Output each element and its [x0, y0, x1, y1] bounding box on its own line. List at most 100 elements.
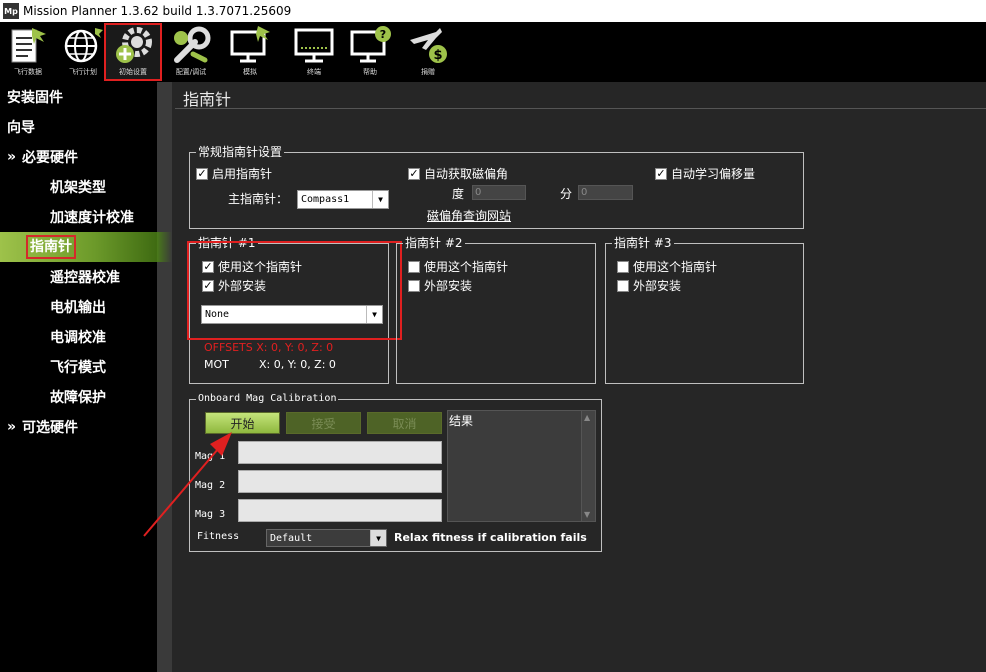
sidebar-item-label: 向导 [7, 120, 35, 136]
declination-minutes-label: 分 [560, 187, 573, 201]
sidebar-item-label: 电机输出 [50, 300, 106, 316]
compass2-use-checkbox[interactable]: 使用这个指南针 [408, 258, 508, 275]
checkbox-checked-icon: ✓ [655, 167, 667, 180]
declination-degrees-label: 度 [452, 187, 465, 201]
highlight-annotation-box [187, 241, 402, 340]
calibration-accept-button[interactable]: 接受 [286, 412, 361, 434]
sidebar-item-label: 遥控器校准 [50, 270, 120, 286]
sidebar-item-failsafe[interactable]: 故障保护 [0, 382, 157, 412]
checkbox-label: 使用这个指南针 [424, 260, 509, 274]
select-value: Compass1 [301, 194, 350, 205]
sidebar-item-install-firmware[interactable]: 安装固件 [0, 82, 157, 112]
enable-compass-checkbox[interactable]: ✓ 启用指南针 [196, 165, 272, 182]
compass1-offsets: OFFSETS X: 0, Y: 0, Z: 0 [204, 341, 334, 354]
toolbar-label: 帮助 [363, 68, 377, 76]
group-title: Onboard Mag Calibration [196, 391, 339, 407]
dropdown-arrow-icon: ▼ [370, 530, 386, 546]
app-icon: Mp [3, 3, 19, 19]
expand-chevron-icon: » [7, 149, 17, 165]
select-value: Default [270, 532, 313, 544]
toolbar-simulation-button[interactable]: 模拟 [222, 24, 278, 80]
sidebar-item-label: 加速度计校准 [50, 210, 134, 226]
group-title: 常规指南针设置 [196, 144, 285, 160]
toolbar-donate-button[interactable]: $ 捐赠 [400, 24, 456, 80]
toolbar-config-tuning-button[interactable]: 配置/调试 [163, 24, 219, 80]
checkbox-label: 外部安装 [633, 279, 682, 293]
sidebar-item-flight-modes[interactable]: 飞行模式 [0, 352, 157, 382]
checkbox-label: 自动获取磁偏角 [424, 167, 509, 181]
declination-degrees-input[interactable]: 0 [472, 185, 526, 200]
sidebar-item-label: 电调校准 [50, 330, 106, 346]
sidebar-item-accel-calibration[interactable]: 加速度计校准 [0, 202, 157, 232]
fitness-select[interactable]: Default ▼ [266, 529, 387, 547]
sidebar-item-optional-hardware[interactable]: » 可选硬件 [0, 412, 157, 442]
page-title: 指南针 [183, 90, 232, 109]
calibration-result-textarea[interactable]: 结果 ▲ ▼ [447, 410, 596, 522]
toolbar-label: 初始设置 [119, 68, 147, 76]
declination-minutes-input[interactable]: 0 [578, 185, 633, 200]
checkbox-label: 自动学习偏移量 [671, 167, 756, 181]
main-toolbar: 飞行数据 飞行计划 初始设置 配置/调试 模拟 终端 ? 帮助 $ 捐赠 [0, 22, 986, 82]
sidebar-item-label: 机架类型 [50, 180, 106, 196]
sidebar-item-label: 故障保护 [50, 390, 106, 406]
group-title: 指南针 #3 [612, 235, 674, 251]
toolbar-terminal-button[interactable]: 终端 [286, 24, 342, 80]
sidebar-item-compass[interactable]: 指南针 [0, 232, 157, 262]
sidebar-item-label: 可选硬件 [22, 420, 79, 436]
sidebar-item-radio-calibration[interactable]: 遥控器校准 [0, 262, 157, 292]
donate-icon: $ [410, 28, 447, 63]
svg-text:$: $ [433, 48, 442, 63]
toolbar-initial-setup-button[interactable]: 初始设置 [104, 23, 162, 81]
checkbox-unchecked-icon [617, 260, 629, 273]
auto-declination-checkbox[interactable]: ✓ 自动获取磁偏角 [408, 165, 508, 182]
window-title: Mission Planner 1.3.62 build 1.3.7071.25… [23, 4, 292, 18]
result-label: 结果 [449, 414, 474, 428]
title-divider [175, 108, 986, 109]
sidebar-item-mandatory-hardware[interactable]: » 必要硬件 [0, 142, 157, 172]
title-bar: Mp Mission Planner 1.3.62 build 1.3.7071… [0, 0, 986, 22]
sidebar-selection-tail [157, 232, 172, 262]
sidebar-item-wizard[interactable]: 向导 [0, 112, 157, 142]
toolbar-help-button[interactable]: ? 帮助 [342, 24, 398, 80]
sidebar-item-esc-calibration[interactable]: 电调校准 [0, 322, 157, 352]
checkbox-checked-icon: ✓ [196, 167, 208, 180]
mag3-progress-bar [238, 499, 442, 522]
simulation-icon [230, 26, 270, 63]
config-tuning-icon [174, 26, 211, 63]
svg-text:?: ? [380, 28, 386, 41]
scroll-up-icon: ▲ [584, 413, 591, 422]
result-scrollbar[interactable]: ▲ ▼ [581, 411, 595, 521]
sidebar-item-motor-test[interactable]: 电机输出 [0, 292, 157, 322]
toolbar-label: 配置/调试 [175, 68, 207, 76]
toolbar-flight-data-button[interactable]: 飞行数据 [0, 24, 56, 80]
flight-data-icon [11, 28, 46, 63]
calibration-cancel-button[interactable]: 取消 [367, 412, 442, 434]
primary-compass-label: 主指南针： [228, 192, 289, 206]
flight-plan-icon [64, 28, 103, 63]
toolbar-label: 模拟 [243, 68, 257, 76]
sidebar-item-frame-type[interactable]: 机架类型 [0, 172, 157, 202]
checkbox-unchecked-icon [408, 279, 420, 292]
checkbox-unchecked-icon [408, 260, 420, 273]
sidebar: 安装固件 向导 » 必要硬件 机架类型 加速度计校准 指南针 遥控器校准 电机输出… [0, 82, 157, 672]
compass3-use-checkbox[interactable]: 使用这个指南针 [617, 258, 717, 275]
checkbox-label: 使用这个指南针 [633, 260, 718, 274]
checkbox-label: 启用指南针 [212, 167, 273, 181]
compass3-external-checkbox[interactable]: 外部安装 [617, 277, 681, 294]
sidebar-item-label: 飞行模式 [50, 360, 106, 376]
compass1-mot-label: MOT [204, 358, 229, 371]
toolbar-label: 飞行计划 [69, 68, 97, 76]
help-icon: ? [350, 26, 391, 63]
annotation-arrow-icon [143, 432, 232, 537]
declination-website-link[interactable]: 磁偏角查询网站 [427, 207, 511, 224]
toolbar-flight-plan-button[interactable]: 飞行计划 [55, 24, 111, 80]
checkbox-checked-icon: ✓ [408, 167, 420, 180]
sidebar-splitter[interactable] [157, 82, 172, 672]
auto-learn-offsets-checkbox[interactable]: ✓ 自动学习偏移量 [655, 165, 755, 182]
initial-setup-icon [116, 27, 152, 63]
compass2-external-checkbox[interactable]: 外部安装 [408, 277, 472, 294]
checkbox-unchecked-icon [617, 279, 629, 292]
terminal-icon [294, 28, 334, 63]
primary-compass-select[interactable]: Compass1 ▼ [297, 190, 389, 209]
relax-fitness-label: Relax fitness if calibration fails [394, 531, 587, 544]
